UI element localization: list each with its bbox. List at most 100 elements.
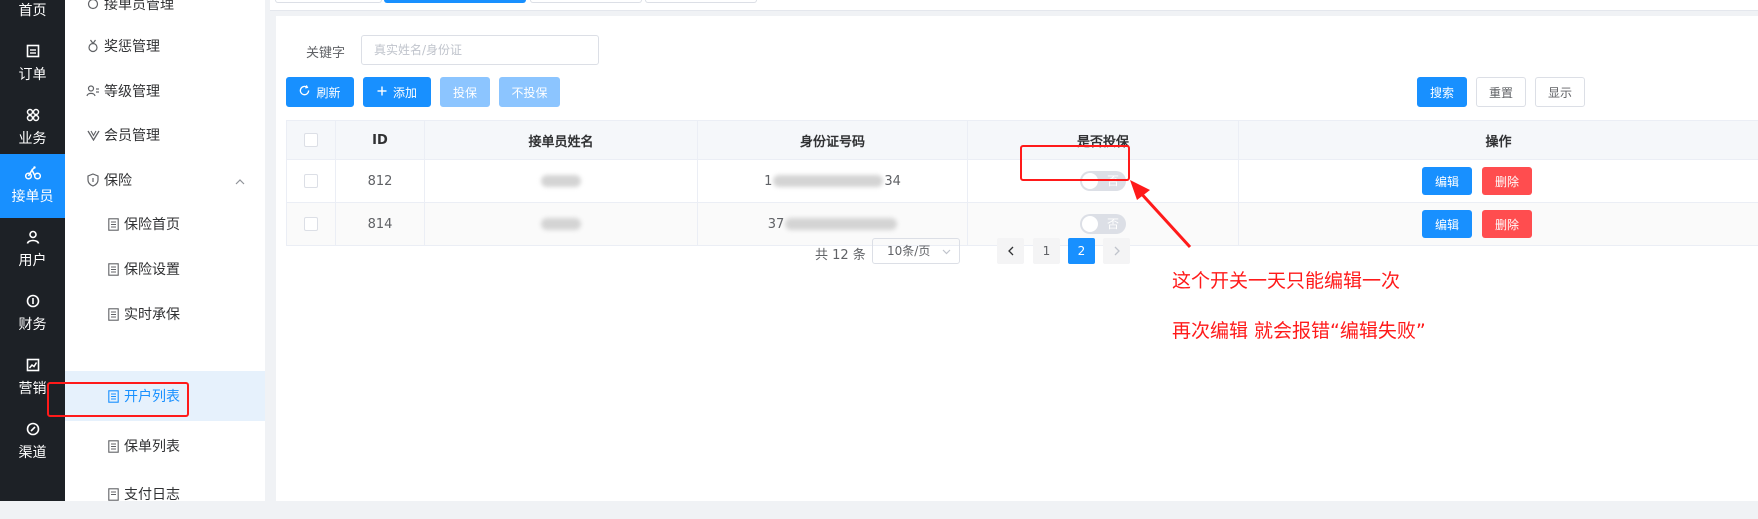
rail-item-channels[interactable]: 渠道 <box>0 410 65 474</box>
edit-button[interactable]: 编辑 <box>1422 210 1472 238</box>
search-label: 搜索 <box>1430 84 1454 101</box>
plus-icon <box>377 85 387 99</box>
rail-item-riders[interactable]: 接单员 <box>0 154 65 218</box>
redacted-name <box>541 218 581 230</box>
annotation-box-menu <box>47 382 189 417</box>
column-header-name: 接单员姓名 <box>425 121 698 160</box>
add-button[interactable]: 添加 <box>363 77 431 107</box>
row-actions-cell: 编辑 删除 <box>1239 160 1758 203</box>
add-label: 添加 <box>393 84 417 101</box>
user-icon <box>0 230 65 246</box>
redacted-id-card <box>773 175 883 187</box>
refresh-button[interactable]: 刷新 <box>286 77 354 107</box>
id-card-start: 1 <box>764 174 772 189</box>
vip-icon <box>86 128 100 142</box>
main-nav-rail: 首页 订单 业务 接单员 用户 财务 营销 <box>0 0 65 501</box>
rail-item-label: 业务 <box>0 128 65 148</box>
page-button-1[interactable]: 1 <box>1033 238 1060 264</box>
page-tab-active[interactable] <box>384 0 526 3</box>
rail-item-finance[interactable]: 财务 <box>0 282 65 346</box>
user-group-icon <box>86 84 100 98</box>
submenu-item-label: 保险首页 <box>124 214 180 234</box>
annotation-box-switch <box>1020 145 1130 181</box>
shield-icon <box>86 173 100 187</box>
submenu-item-label: 支付日志 <box>124 484 180 504</box>
submenu-item-label: 保单列表 <box>124 436 180 456</box>
redacted-id-card <box>785 218 897 230</box>
submenu-item-label: 会员管理 <box>104 125 160 145</box>
submenu-item-insurance-home[interactable]: 保险首页 <box>65 199 265 249</box>
sub-menu: 接单员管理 奖惩管理 等级管理 会员管理 保险 保险首页 保险设置 实时承保 开… <box>65 0 265 501</box>
display-label: 显示 <box>1548 84 1572 101</box>
main-content: 关键字 刷新 添加 投保 不投保 搜索 重置 显示 ID 接单员姓名 身份证号码 <box>276 16 1758 501</box>
document-icon <box>106 217 120 231</box>
marketing-icon <box>0 358 65 374</box>
reset-button[interactable]: 重置 <box>1476 77 1526 107</box>
keyword-label: 关键字 <box>306 42 345 61</box>
submenu-item-label: 接单员管理 <box>104 0 174 14</box>
insure-label: 投保 <box>453 84 477 101</box>
rail-item-business[interactable]: 业务 <box>0 96 65 160</box>
display-button[interactable]: 显示 <box>1535 77 1585 107</box>
id-card-end: 34 <box>884 174 901 189</box>
refresh-icon <box>299 85 310 99</box>
page-tab[interactable] <box>275 0 382 3</box>
page-tabs <box>270 0 1758 11</box>
row-checkbox[interactable] <box>304 174 318 188</box>
submenu-item-payment-log[interactable]: 支付日志 <box>65 469 265 519</box>
submenu-item-insurance-settings[interactable]: 保险设置 <box>65 244 265 294</box>
chevron-left-icon <box>1008 246 1014 256</box>
rail-item-orders[interactable]: 订单 <box>0 32 65 96</box>
document-icon <box>106 262 120 276</box>
page-size-value: 10条/页 <box>887 244 930 258</box>
id-card-start: 37 <box>768 217 785 232</box>
chevron-up-icon <box>235 173 245 189</box>
row-actions-cell: 编辑 删除 <box>1239 203 1758 246</box>
switch-knob <box>1082 216 1098 232</box>
keyword-input[interactable] <box>361 35 599 65</box>
insured-switch[interactable]: 否 <box>1080 214 1126 234</box>
column-header-id: ID <box>336 121 425 160</box>
reset-label: 重置 <box>1489 84 1513 101</box>
submenu-item-members[interactable]: 会员管理 <box>65 110 265 160</box>
chevron-right-icon <box>1114 246 1120 256</box>
rail-item-label: 渠道 <box>0 442 65 462</box>
edit-button[interactable]: 编辑 <box>1422 167 1472 195</box>
page-button-2[interactable]: 2 <box>1068 238 1095 264</box>
page-size-select[interactable]: 10条/页 <box>872 238 960 264</box>
page-tab[interactable] <box>530 0 642 3</box>
row-select-cell[interactable] <box>287 203 336 246</box>
submenu-item-label: 奖惩管理 <box>104 36 160 56</box>
no-insure-button[interactable]: 不投保 <box>499 77 560 107</box>
channel-icon <box>0 422 65 438</box>
column-header-id-card: 身份证号码 <box>698 121 968 160</box>
submenu-item-label: 保险 <box>104 170 132 190</box>
row-id-card-cell: 1 34 <box>698 160 968 203</box>
rail-item-home[interactable]: 首页 <box>0 0 65 32</box>
page-tab[interactable] <box>645 0 757 3</box>
submenu-item-label: 保险设置 <box>124 259 180 279</box>
prev-page-button[interactable] <box>997 238 1024 264</box>
document-icon <box>106 487 120 501</box>
annotation-text-line2: 再次编辑 就会报错“编辑失败” <box>1172 316 1426 343</box>
submenu-item-rewards[interactable]: 奖惩管理 <box>65 21 265 71</box>
delete-button[interactable]: 删除 <box>1482 167 1532 195</box>
submenu-item-insurance[interactable]: 保险 <box>65 155 265 205</box>
search-button[interactable]: 搜索 <box>1417 77 1467 107</box>
select-all-cell[interactable] <box>287 121 336 160</box>
submenu-item-levels[interactable]: 等级管理 <box>65 66 265 116</box>
rail-item-label: 用户 <box>0 250 65 270</box>
insure-button[interactable]: 投保 <box>440 77 490 107</box>
row-checkbox[interactable] <box>304 217 318 231</box>
bike-icon <box>0 166 65 182</box>
submenu-item-policy-list[interactable]: 保单列表 <box>65 421 265 471</box>
row-select-cell[interactable] <box>287 160 336 203</box>
select-all-checkbox[interactable] <box>304 133 318 147</box>
switch-text: 否 <box>1107 216 1119 232</box>
delete-button[interactable]: 删除 <box>1482 210 1532 238</box>
rail-item-users[interactable]: 用户 <box>0 218 65 282</box>
submenu-item-realtime-coverage[interactable]: 实时承保 <box>65 289 265 339</box>
next-page-button[interactable] <box>1103 238 1130 264</box>
rail-item-label: 订单 <box>0 64 65 84</box>
submenu-item-label: 实时承保 <box>124 304 180 324</box>
